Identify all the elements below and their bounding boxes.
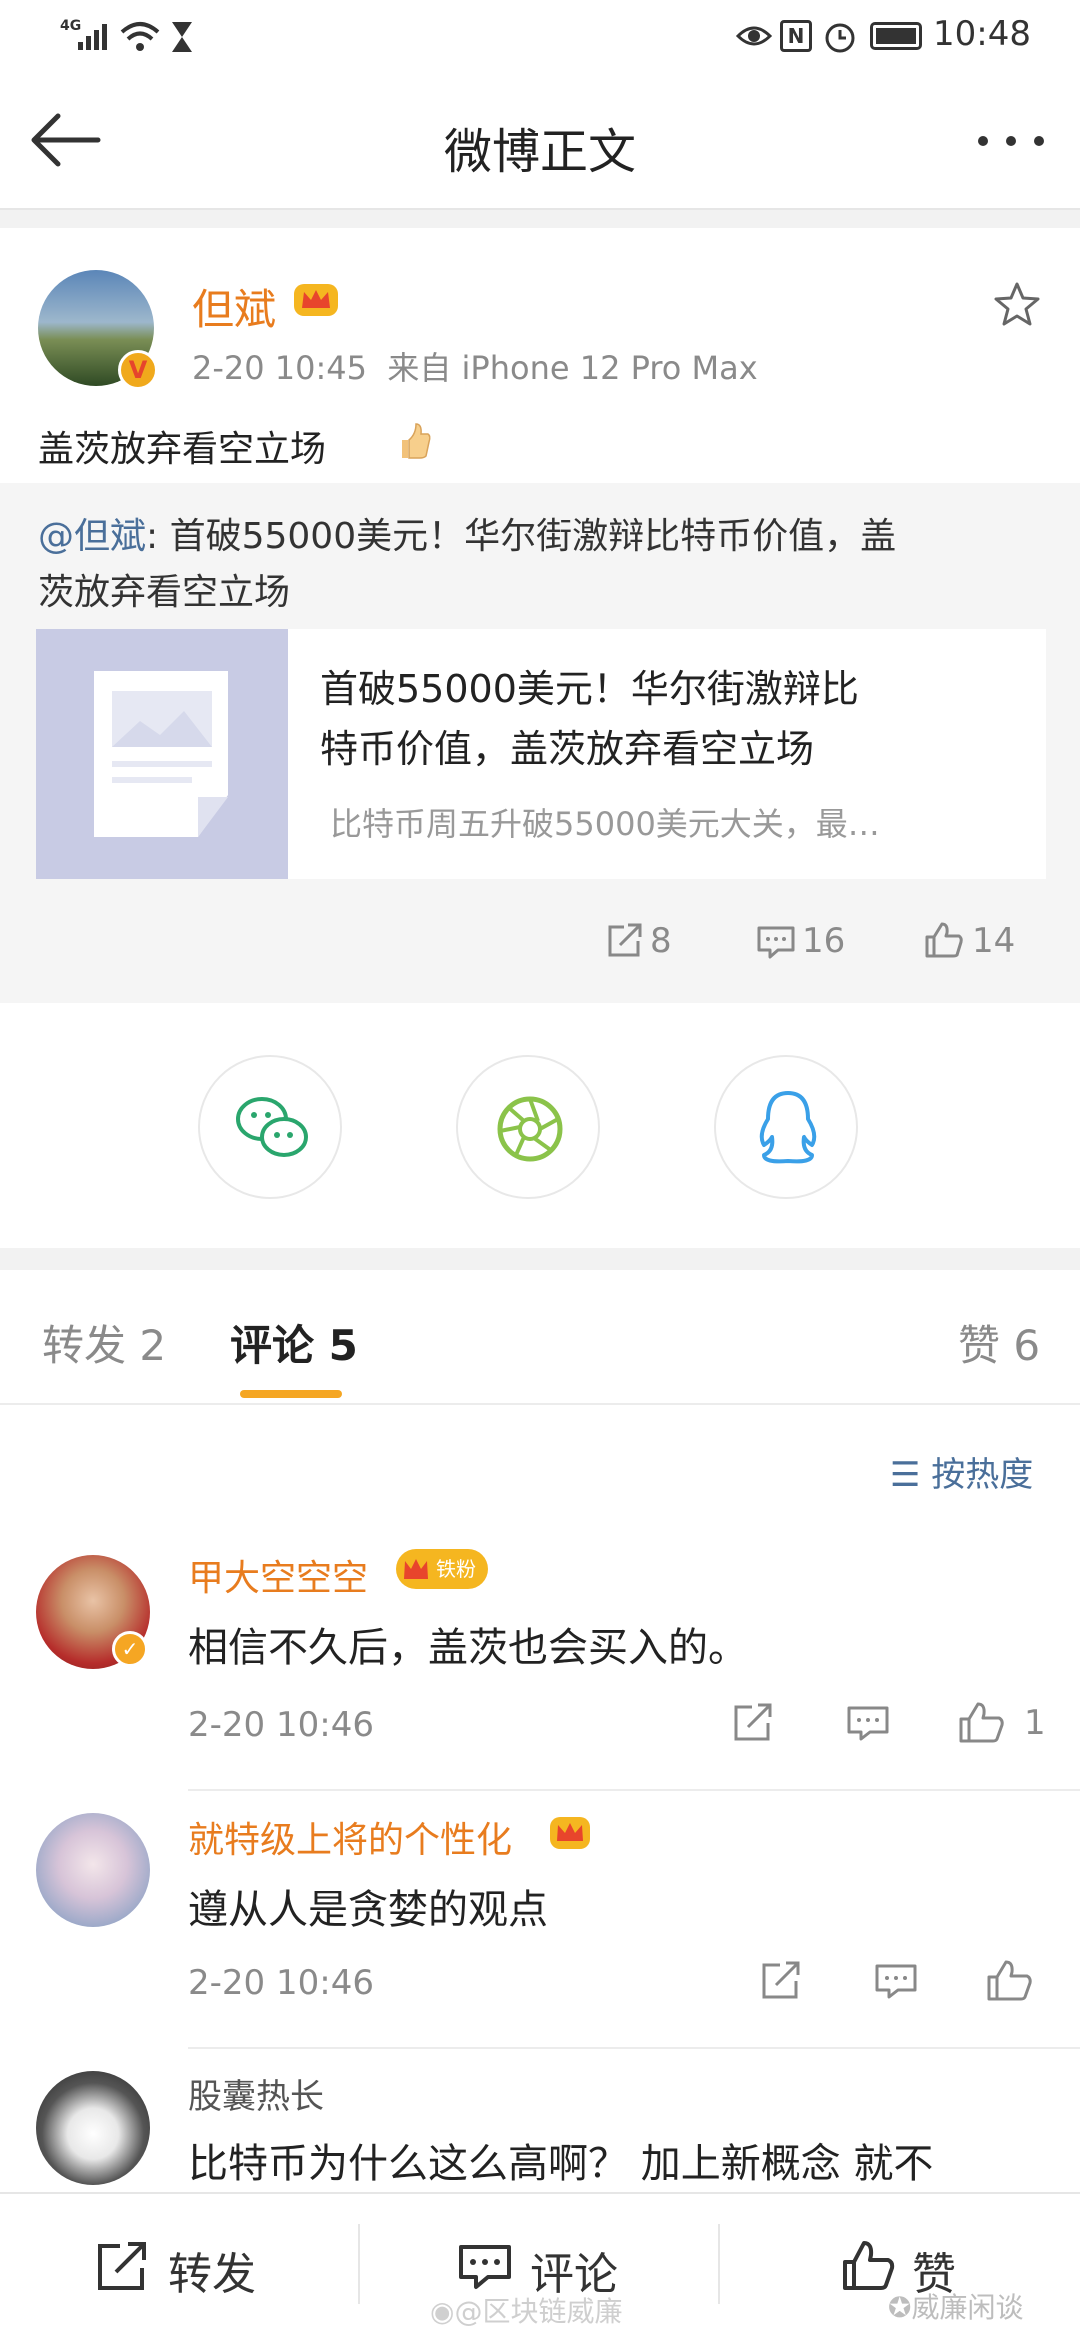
commenter-verified-icon: ✓ bbox=[112, 1631, 148, 1667]
comment-text: 遵从人是贪婪的观点 bbox=[188, 1887, 548, 1933]
wechat-watermark-icon: ✪ bbox=[888, 2291, 912, 2324]
clock-time: 10:48 bbox=[933, 14, 1031, 54]
watermark-wechat-label: 威廉闲谈 bbox=[911, 2291, 1024, 2324]
tab-like[interactable]: 赞 6 bbox=[958, 1312, 1040, 1373]
bottom-repost-label: 转发 bbox=[168, 2249, 256, 2300]
comment-reply-icon[interactable] bbox=[874, 1963, 918, 2001]
like-icon[interactable] bbox=[924, 921, 964, 959]
tab-repost[interactable]: 转发 2 bbox=[42, 1312, 166, 1373]
article-card[interactable]: 首破55000美元！华尔街激辩比 特币价值，盖茨放弃看空立场 比特币周五升破55… bbox=[36, 629, 1046, 879]
mention-link[interactable]: @但斌 bbox=[38, 516, 146, 557]
comment-like-icon[interactable] bbox=[958, 1701, 1006, 1745]
comment-repost-icon[interactable] bbox=[732, 1703, 774, 1743]
fan-badge: 铁粉 bbox=[396, 1549, 488, 1589]
share-qq-button[interactable] bbox=[714, 1055, 858, 1199]
article-placeholder-icon bbox=[94, 671, 228, 837]
article-title: 首破55000美元！华尔街激辩比 特币价值，盖茨放弃看空立场 bbox=[320, 659, 859, 779]
status-bar: 4G N 10:48 bbox=[0, 0, 1080, 72]
fan-badge-label: 铁粉 bbox=[436, 1557, 476, 1581]
moments-aperture-icon bbox=[497, 1096, 563, 1162]
tab-active-indicator bbox=[240, 1390, 342, 1398]
crown-vip-icon bbox=[294, 284, 338, 316]
article-title-line2: 特币价值，盖茨放弃看空立场 bbox=[320, 727, 815, 771]
alarm-icon bbox=[825, 23, 855, 53]
comment-time: 2-20 10:46 bbox=[188, 1963, 374, 2003]
article-summary: 比特币周五升破55000美元大关，最… bbox=[330, 805, 880, 843]
watermark-wechat: ✪威廉闲谈 bbox=[888, 2286, 1023, 2326]
page-title: 微博正文 bbox=[443, 124, 636, 180]
bottom-action-bar: 转发 评论 赞 ◉@区块链威廉 ✪威廉闲谈 bbox=[0, 2192, 1080, 2340]
nfc-icon: N bbox=[780, 20, 812, 52]
share-moments-button[interactable] bbox=[456, 1055, 600, 1199]
sort-icon: ☰ bbox=[890, 1455, 921, 1495]
comment-tabs: 转发 2 评论 5 赞 6 bbox=[0, 1270, 1080, 1405]
post-meta: 2-20 10:45 来自 iPhone 12 Pro Max bbox=[192, 349, 758, 387]
crown-icon bbox=[404, 1559, 428, 1579]
comment-like-icon[interactable] bbox=[986, 1959, 1034, 2003]
comment-text: 比特币为什么这么高啊？ 加上新概念 就不 bbox=[188, 2141, 934, 2187]
divider bbox=[188, 2047, 1080, 2049]
comment-item[interactable]: 股囊热长 比特币为什么这么高啊？ 加上新概念 就不 bbox=[0, 2061, 1080, 2192]
commenter-name[interactable]: 股囊热长 bbox=[188, 2069, 324, 2118]
post-text: 盖茨放弃看空立场 bbox=[38, 429, 327, 470]
divider bbox=[358, 2224, 360, 2304]
quoted-text-line1: : 首破55000美元！华尔街激辩比特币价值，盖 bbox=[146, 516, 897, 557]
thumbs-up-emoji-icon bbox=[402, 423, 431, 459]
comment-count: 16 bbox=[802, 921, 846, 961]
article-title-line1: 首破55000美元！华尔街激辩比 bbox=[320, 667, 859, 711]
bottom-comment-icon bbox=[459, 2245, 511, 2289]
weibo-logo-icon: ◉ bbox=[430, 2295, 455, 2328]
signal-icon bbox=[78, 24, 107, 50]
commenter-avatar[interactable] bbox=[36, 2071, 150, 2185]
commenter-name[interactable]: 就特级上将的个性化 bbox=[188, 1811, 512, 1863]
sort-by-hot-button[interactable]: ☰ 按热度 bbox=[890, 1447, 1033, 1496]
battery-icon bbox=[870, 22, 922, 50]
commenter-name[interactable]: 甲大空空空 bbox=[188, 1549, 368, 1601]
comment-item[interactable]: ✓ 甲大空空空 铁粉 相信不久后，盖茨也会买入的。 2-20 10:46 1 bbox=[0, 1545, 1080, 1795]
comment-text: 相信不久后，盖茨也会买入的。 bbox=[188, 1625, 748, 1671]
divider bbox=[718, 2224, 720, 2304]
divider bbox=[188, 1789, 1080, 1791]
hourglass-icon bbox=[172, 22, 192, 52]
wechat-icon bbox=[236, 1097, 308, 1157]
comment-item[interactable]: 就特级上将的个性化 遵从人是贪婪的观点 2-20 10:46 bbox=[0, 1803, 1080, 2053]
watermark-weibo: ◉@区块链威廉 bbox=[430, 2290, 622, 2330]
quoted-text: @但斌: 首破55000美元！华尔街激辩比特币价值，盖 茨放弃看空立场 bbox=[38, 509, 1048, 621]
quoted-text-line2: 茨放弃看空立场 bbox=[38, 572, 291, 613]
comment-reply-icon[interactable] bbox=[846, 1705, 890, 1743]
bottom-repost-icon bbox=[98, 2242, 146, 2290]
qq-penguin-icon bbox=[759, 1091, 817, 1164]
comment-repost-icon[interactable] bbox=[760, 1961, 802, 2001]
more-options-icon[interactable] bbox=[978, 136, 1048, 150]
tab-comment[interactable]: 评论 5 bbox=[230, 1312, 358, 1373]
comments-list: ☰ 按热度 ✓ 甲大空空空 铁粉 相信不久后，盖茨也会买入的。 2-20 10:… bbox=[0, 1405, 1080, 2192]
sort-label: 按热度 bbox=[931, 1455, 1034, 1495]
repost-count: 8 bbox=[650, 921, 672, 961]
post-card: V 但斌 2-20 10:45 来自 iPhone 12 Pro Max 盖茨放… bbox=[0, 228, 1080, 483]
commenter-avatar[interactable] bbox=[36, 1813, 150, 1927]
repost-icon[interactable] bbox=[606, 923, 644, 959]
share-wechat-button[interactable] bbox=[198, 1055, 342, 1199]
wifi-icon bbox=[120, 22, 160, 51]
like-count: 14 bbox=[972, 921, 1016, 961]
nav-bar: 微博正文 bbox=[0, 72, 1080, 210]
verified-badge-icon: V bbox=[118, 350, 158, 390]
article-thumbnail bbox=[36, 629, 288, 879]
author-name[interactable]: 但斌 bbox=[192, 276, 276, 337]
crown-vip-icon bbox=[550, 1817, 590, 1849]
watermark-weibo-label: @区块链威廉 bbox=[454, 2295, 623, 2328]
comment-icon[interactable] bbox=[756, 925, 796, 959]
favorite-star-icon[interactable] bbox=[992, 280, 1042, 330]
eye-icon bbox=[736, 26, 772, 46]
quoted-post[interactable]: @但斌: 首破55000美元！华尔街激辩比特币价值，盖 茨放弃看空立场 首破55… bbox=[0, 483, 1080, 1003]
comment-like-count: 1 bbox=[1024, 1703, 1046, 1743]
bottom-like-icon bbox=[843, 2241, 895, 2290]
share-row bbox=[0, 1003, 1080, 1248]
comment-time: 2-20 10:46 bbox=[188, 1705, 374, 1745]
